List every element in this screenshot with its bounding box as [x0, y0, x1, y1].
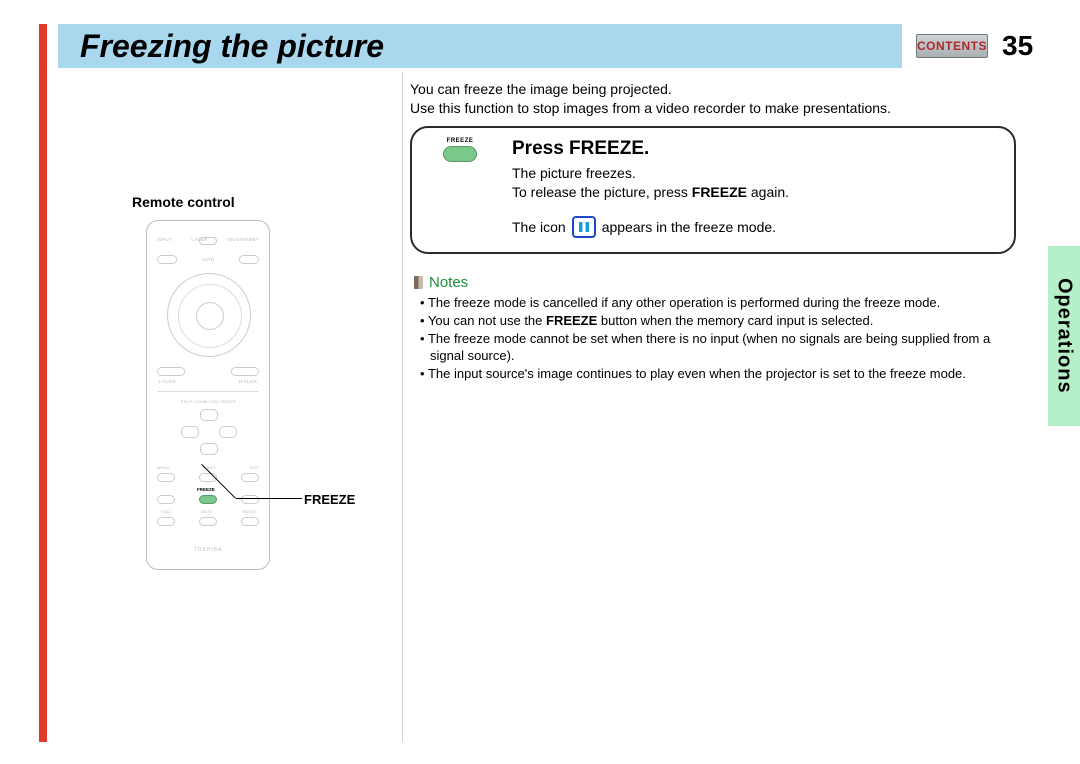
notes-section: Notes The freeze mode is cancelled if an… — [414, 274, 1016, 383]
rc-label-onstandby: ON/STANDBY — [227, 237, 259, 242]
notes-list: The freeze mode is cancelled if any othe… — [414, 295, 1016, 382]
rc-label-rclick: R-CLICK — [239, 379, 257, 384]
rc-rclick-button — [231, 367, 259, 376]
rc-label-call: CALL — [161, 509, 171, 514]
contents-button-label: CONTENTS — [917, 39, 987, 53]
icon-appears-line: The icon appears in the freeze mode. — [512, 216, 996, 238]
rc-label-input: INPUT — [157, 237, 172, 242]
notes-item: You can not use the FREEZE button when t… — [420, 313, 1016, 330]
rc-set-button — [239, 255, 259, 264]
instruction-line: To release the picture, press FREEZE aga… — [512, 183, 996, 202]
rc-laser-button — [199, 237, 217, 245]
rc-resize-button — [241, 517, 259, 526]
section-tab-operations: Operations — [1048, 246, 1080, 426]
intro-text: You can freeze the image being projected… — [410, 80, 1000, 118]
column-divider — [402, 72, 403, 742]
rc-exit-button — [241, 473, 259, 482]
page-header: Freezing the picture CONTENTS 35 — [58, 24, 1038, 68]
rc-keystone-button — [157, 255, 177, 264]
rc-call-button — [157, 517, 175, 526]
instruction-heading: Press FREEZE. — [512, 138, 996, 160]
freeze-button-illustration: FREEZE — [430, 138, 490, 238]
intro-line: Use this function to stop images from a … — [410, 99, 1000, 118]
notes-item: The freeze mode cannot be set when there… — [420, 331, 1016, 365]
instruction-line: The picture freezes. — [512, 164, 996, 183]
freeze-callout-label: FREEZE — [304, 492, 355, 507]
notes-item: The input source's image continues to pl… — [420, 366, 1016, 383]
rc-button — [241, 495, 259, 504]
page-title: Freezing the picture — [80, 28, 384, 65]
instruction-text: Press FREEZE. The picture freezes. To re… — [512, 138, 996, 238]
remote-caption: Remote control — [132, 194, 392, 210]
rc-label-auto: AUTO — [202, 257, 214, 262]
rc-label-menu: MENU — [157, 465, 169, 470]
manual-page: Operations Freezing the picture CONTENTS… — [0, 0, 1080, 764]
freeze-mode-icon — [572, 216, 596, 238]
remote-column: Remote control INPUT LASER ON/STANDBY AU… — [132, 194, 392, 570]
rc-label-pipzoom: P IN P / ZOOM / VOL / ENTER — [157, 399, 259, 404]
rc-label-lclick: L-CLICK — [159, 379, 176, 384]
left-red-stripe — [39, 24, 47, 742]
intro-line: You can freeze the image being projected… — [410, 80, 1000, 99]
freeze-small-label: FREEZE — [447, 138, 474, 144]
rc-nav-pad — [167, 273, 251, 357]
instruction-box: FREEZE Press FREEZE. The picture freezes… — [410, 126, 1016, 254]
notes-title: Notes — [429, 274, 468, 291]
rc-label-exit: EXIT — [250, 465, 259, 470]
rc-menu-button — [157, 473, 175, 482]
notes-icon — [414, 276, 423, 289]
freeze-button-icon — [443, 146, 477, 162]
section-tab-label: Operations — [1053, 278, 1076, 394]
rc-lclick-button — [157, 367, 185, 376]
rc-label-resize: RESIZE — [243, 509, 257, 514]
callout-line — [236, 498, 302, 499]
rc-dpad — [185, 409, 233, 457]
page-number: 35 — [1002, 30, 1033, 62]
rc-brand: TOSHIBA — [147, 547, 269, 553]
notes-item: The freeze mode is cancelled if any othe… — [420, 295, 1016, 312]
contents-button[interactable]: CONTENTS — [916, 34, 988, 58]
title-bar: Freezing the picture — [58, 24, 902, 68]
